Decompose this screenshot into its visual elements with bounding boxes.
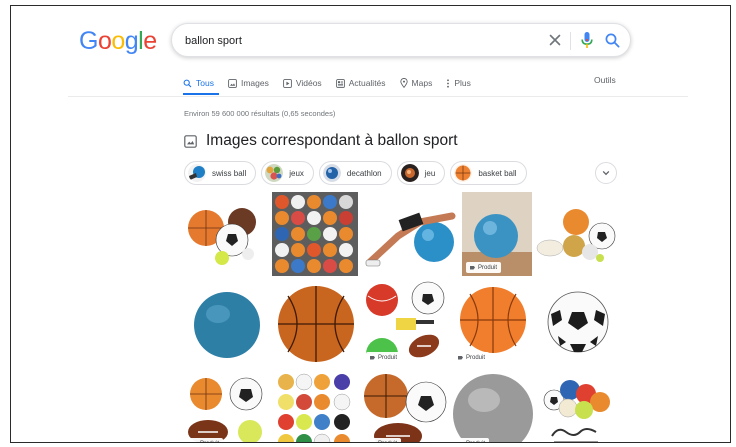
search-box[interactable] — [171, 23, 631, 57]
chip-label: jeux — [289, 168, 304, 178]
chips-expand-button[interactable] — [595, 162, 617, 184]
product-badge: Produit — [188, 438, 224, 442]
product-badge: Produit — [466, 262, 502, 273]
sport-balls-logo-image — [543, 380, 610, 442]
microphone-icon[interactable] — [580, 31, 594, 50]
sports-balls-set-image — [536, 209, 616, 262]
video-icon — [282, 78, 292, 88]
images-section-heading: Images correspondant à ballon sport — [184, 132, 458, 150]
balls-assortment-image — [188, 377, 263, 442]
product-badge: Produit — [454, 438, 490, 442]
chip-label: jeu — [424, 168, 436, 178]
product-badge: Produit — [454, 352, 490, 363]
chip-thumbnail — [400, 164, 419, 182]
tab-actualites[interactable]: Actualités — [335, 75, 386, 91]
tools-button[interactable]: Outils — [594, 75, 616, 85]
tab-label: Vidéos — [295, 78, 322, 88]
tab-label: Images — [240, 78, 269, 88]
tab-tous[interactable]: Tous — [183, 75, 214, 91]
chip-jeux[interactable]: jeux — [261, 161, 314, 185]
images-heading-text: Images correspondant à ballon sport — [206, 132, 458, 149]
balls-pile-image — [188, 208, 256, 265]
swiss-ball-exercise-image — [365, 212, 456, 267]
image-result[interactable]: Produit — [362, 280, 448, 366]
image-result[interactable]: Produit — [462, 192, 532, 276]
product-badge: Produit — [366, 438, 402, 442]
chip-thumbnail — [322, 164, 341, 182]
image-result[interactable]: Produit — [362, 370, 448, 442]
chevron-down-icon — [602, 171, 610, 176]
search-input[interactable] — [185, 32, 525, 49]
search-divider — [570, 32, 571, 50]
result-stats: Environ 59 600 000 résultats (0,65 secon… — [184, 109, 336, 118]
tab-label: Plus — [454, 78, 471, 88]
browser-viewport: Google Tous Images Vidéos — [10, 5, 731, 443]
tab-label: Maps — [411, 78, 433, 88]
blue-ball-image — [194, 292, 260, 358]
tab-images[interactable]: Images — [228, 75, 269, 91]
tab-label: Actualités — [348, 78, 386, 88]
tab-label: Tous — [196, 78, 214, 88]
tab-plus[interactable]: Plus — [446, 75, 471, 91]
image-results-grid: Produit Produit Produit — [184, 192, 618, 442]
mini-balls-grid-image — [278, 373, 351, 442]
image-icon — [228, 78, 237, 88]
chip-thumbnail — [265, 164, 284, 182]
scroll-edge-line — [68, 442, 688, 443]
google-logo[interactable]: Google — [79, 27, 157, 56]
image-result[interactable]: Produit — [450, 370, 536, 442]
tabs-divider — [68, 96, 688, 97]
more-vert-icon — [447, 78, 450, 88]
basketball-image — [278, 286, 354, 362]
news-icon — [335, 78, 345, 88]
image-result[interactable] — [184, 280, 270, 366]
image-result[interactable] — [534, 192, 618, 276]
image-result[interactable] — [272, 370, 360, 442]
image-result[interactable] — [538, 280, 618, 366]
chip-swiss-ball[interactable]: swiss ball — [184, 161, 257, 185]
image-result[interactable] — [360, 192, 460, 276]
chip-label: basket ball — [478, 168, 517, 178]
tab-videos[interactable]: Vidéos — [282, 75, 322, 91]
map-pin-icon — [399, 78, 408, 88]
refinement-chips: swiss ball jeux decathlon jeu basket bal… — [184, 161, 532, 185]
product-badge: Produit — [366, 352, 402, 363]
image-icon — [184, 134, 197, 148]
search-icon[interactable] — [604, 32, 621, 49]
image-result[interactable] — [272, 280, 360, 366]
grey-gym-ball-image — [453, 374, 533, 442]
search-tabs: Tous Images Vidéos Actualités Maps Plus — [183, 75, 485, 91]
image-result[interactable]: Produit — [450, 280, 536, 366]
image-result[interactable] — [538, 370, 618, 442]
image-result[interactable] — [272, 192, 358, 276]
chip-thumbnail — [454, 164, 473, 182]
basketball-soccer-football-image — [364, 374, 447, 442]
image-result[interactable]: Produit — [184, 370, 270, 442]
search-icon — [183, 79, 192, 87]
chip-decathlon[interactable]: decathlon — [318, 161, 392, 185]
chip-thumbnail — [188, 164, 206, 182]
chip-jeu[interactable]: jeu — [396, 161, 446, 185]
active-tab-indicator — [183, 93, 219, 95]
ball-rack-image — [272, 192, 358, 276]
chip-label: decathlon — [346, 168, 382, 178]
chip-label: swiss ball — [212, 168, 247, 178]
soccer-ball-image — [547, 291, 609, 353]
chip-basket-ball[interactable]: basket ball — [450, 161, 527, 185]
tab-maps[interactable]: Maps — [399, 75, 433, 91]
clear-icon[interactable] — [547, 32, 563, 48]
image-result[interactable] — [184, 192, 270, 276]
